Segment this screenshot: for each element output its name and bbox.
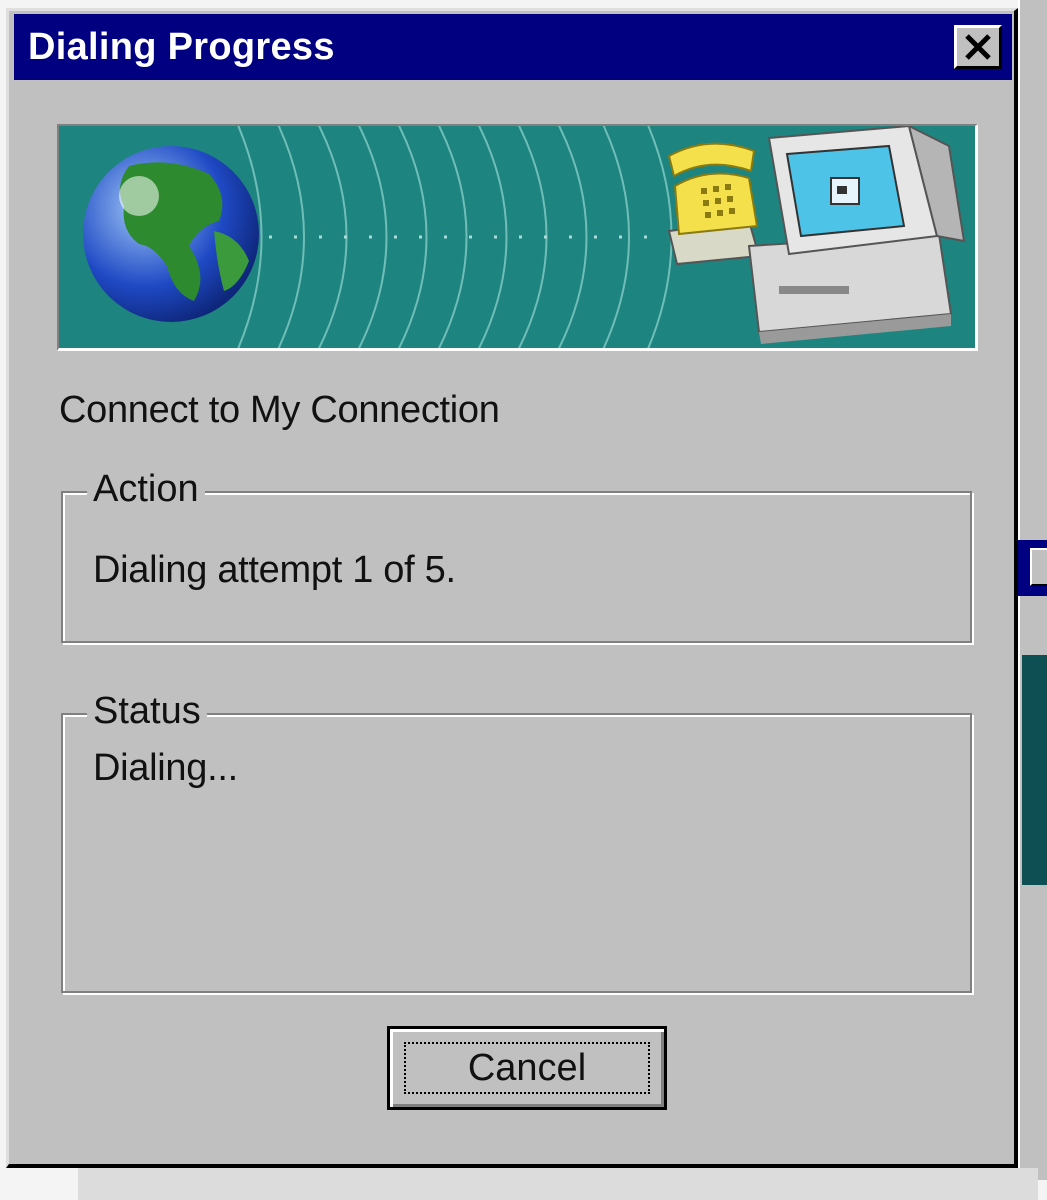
cancel-button[interactable]: Cancel xyxy=(387,1026,667,1110)
title-bar[interactable]: Dialing Progress xyxy=(14,14,1012,80)
telephone-icon xyxy=(667,142,761,266)
status-text: Dialing... xyxy=(93,747,238,789)
action-legend: Action xyxy=(87,467,205,511)
action-groupbox: Action Dialing attempt 1 of 5. xyxy=(61,467,972,643)
status-legend: Status xyxy=(87,689,207,733)
background-window-close-button[interactable] xyxy=(1030,548,1047,586)
computer-icon xyxy=(747,126,966,344)
action-text: Dialing attempt 1 of 5. xyxy=(93,549,456,591)
status-groupbox: Status Dialing... xyxy=(61,689,972,993)
dialing-banner xyxy=(57,124,978,351)
dialog-title: Dialing Progress xyxy=(28,26,335,68)
dialing-progress-dialog: Dialing Progress Connect to My Connectio… xyxy=(6,8,1018,1168)
screen: Dialing Progress Connect to My Connectio… xyxy=(0,0,1047,1200)
globe-icon xyxy=(83,146,259,322)
close-icon xyxy=(965,34,991,60)
close-button[interactable] xyxy=(954,25,1002,69)
background-window-panel xyxy=(1022,655,1047,885)
banner-illustration xyxy=(83,126,966,348)
connect-to-label: Connect to My Connection xyxy=(59,389,500,431)
cancel-button-label: Cancel xyxy=(404,1042,650,1094)
window-shadow xyxy=(78,1168,1038,1200)
